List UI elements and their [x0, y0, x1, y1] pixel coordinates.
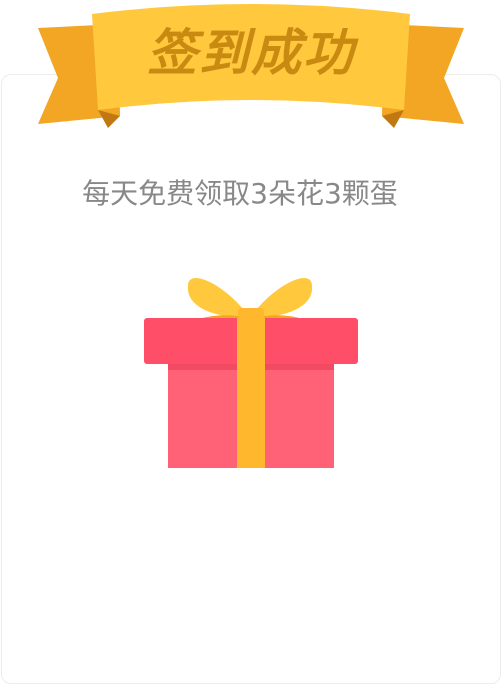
reward-message: 每天免费领取3朵花3颗蛋 [82, 177, 398, 210]
gift-box-icon [144, 277, 358, 468]
success-title: 签到成功 [147, 24, 355, 82]
checkin-dialog: 签到成功 每天免费领取3朵花3颗蛋 [0, 0, 502, 684]
